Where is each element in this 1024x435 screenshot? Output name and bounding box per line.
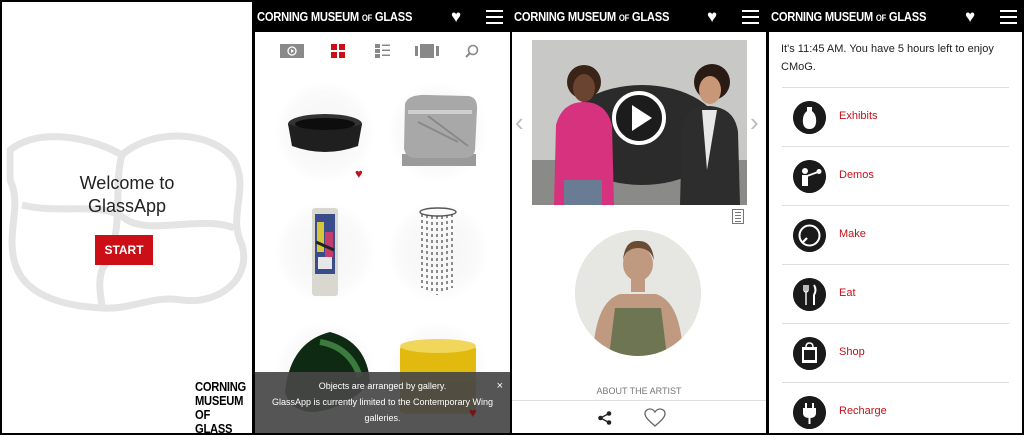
favorites-heart-icon[interactable]: ♥ <box>965 7 975 27</box>
top-bar: CORNING MUSEUM OF GLASS ♥ <box>769 2 1022 32</box>
logo-line-2: MUSEUM <box>195 393 244 408</box>
about-artist-label[interactable]: ABOUT THE ARTIST <box>512 386 766 396</box>
artist-portrait[interactable] <box>575 230 701 356</box>
menu-label-exhibits: Exhibits <box>839 110 878 122</box>
hamburger-menu-icon[interactable] <box>486 10 503 24</box>
brand-glass: GLASS <box>888 9 927 24</box>
gallery-item-painted-cylinder[interactable] <box>275 202 375 302</box>
menu-item-make[interactable]: Make <box>782 205 1009 264</box>
brand-of: OF <box>875 13 887 23</box>
hanging-sculpture-image <box>419 207 457 295</box>
fork-knife-icon <box>793 278 826 311</box>
filmstrip-view-icon[interactable] <box>415 44 439 58</box>
next-arrow-icon[interactable]: › <box>750 107 759 138</box>
brand-text: CORNING MUSEUM <box>257 9 359 24</box>
plate-icon <box>793 219 826 252</box>
gallery-item-silver-cube[interactable] <box>388 82 488 182</box>
favorite-outline-icon[interactable] <box>644 408 666 427</box>
gallery-screen: CORNING MUSEUM OF GLASS ♥ ♥ Objects are … <box>255 2 510 433</box>
plug-icon <box>793 396 826 429</box>
menu-item-recharge[interactable]: Recharge <box>782 382 1009 433</box>
silver-cube-image <box>402 94 478 166</box>
view-switcher <box>255 32 510 72</box>
share-icon[interactable] <box>598 411 612 425</box>
video-thumbnail <box>532 40 747 205</box>
welcome-title: Welcome to GlassApp <box>2 172 252 218</box>
grid-view-icon[interactable] <box>331 44 345 58</box>
favorites-heart-icon[interactable]: ♥ <box>451 7 461 27</box>
list-view-icon[interactable] <box>375 44 390 58</box>
brand-glass: GLASS <box>631 9 670 24</box>
menu-label-shop: Shop <box>839 346 865 358</box>
brand-logo[interactable]: CORNING MUSEUM OF GLASS <box>257 9 412 24</box>
document-icon[interactable] <box>732 209 744 224</box>
brand-of: OF <box>361 13 373 23</box>
favorites-heart-icon[interactable]: ♥ <box>707 7 717 27</box>
hamburger-menu-icon[interactable] <box>1000 10 1017 24</box>
painted-cylinder-image <box>312 208 338 296</box>
brand-glass: GLASS <box>374 9 413 24</box>
time-remaining-text: It's 11:45 AM. You have 5 hours left to … <box>781 43 994 73</box>
menu-label-demos: Demos <box>839 169 874 181</box>
artist-photo <box>575 230 701 356</box>
object-detail-screen: CORNING MUSEUM OF GLASS ♥ ‹ › ABOUT THE … <box>512 2 766 433</box>
video-view-icon[interactable] <box>280 44 304 58</box>
brand-logo[interactable]: CORNING MUSEUM OF GLASS <box>514 9 669 24</box>
menu-item-shop[interactable]: Shop <box>782 323 1009 382</box>
action-bar <box>512 400 766 433</box>
welcome-line-1: Welcome to <box>79 173 175 193</box>
visit-menu-screen: CORNING MUSEUM OF GLASS ♥ It's 11:45 AM.… <box>769 2 1022 433</box>
menu-label-make: Make <box>839 228 866 240</box>
menu-label-eat: Eat <box>839 287 856 299</box>
brand-logo[interactable]: CORNING MUSEUM OF GLASS <box>771 9 926 24</box>
close-icon[interactable]: × <box>497 378 503 394</box>
welcome-line-2: GlassApp <box>87 196 167 216</box>
welcome-screen: Welcome to GlassApp START CORNING MUSEUM… <box>2 2 252 433</box>
menu-item-exhibits[interactable]: Exhibits <box>782 87 1009 146</box>
top-bar: CORNING MUSEUM OF GLASS ♥ <box>255 2 510 32</box>
video-player[interactable] <box>532 40 747 205</box>
menu-item-demos[interactable]: Demos <box>782 146 1009 205</box>
toast-line-1: Objects are arranged by gallery. <box>318 381 447 391</box>
start-button[interactable]: START <box>95 235 153 265</box>
brand-text: CORNING MUSEUM <box>771 9 873 24</box>
favorite-heart-icon-2[interactable]: ♥ <box>469 405 477 420</box>
cmog-logo: CORNING MUSEUM OF GLASS <box>195 379 246 434</box>
hamburger-menu-icon[interactable] <box>742 10 759 24</box>
favorite-heart-icon[interactable]: ♥ <box>355 166 363 181</box>
logo-line-3: OF GLASS <box>195 407 233 434</box>
menu-item-eat[interactable]: Eat <box>782 264 1009 323</box>
gallery-item-hanging-sculpture[interactable] <box>388 202 488 302</box>
logo-line-1: CORNING <box>195 379 246 394</box>
glassblower-icon <box>793 160 826 193</box>
vase-icon <box>793 101 826 134</box>
menu-label-recharge: Recharge <box>839 405 887 417</box>
gallery-info-toast: Objects are arranged by gallery. GlassAp… <box>255 372 510 433</box>
shop-bag-icon <box>793 337 826 370</box>
brand-text: CORNING MUSEUM <box>514 9 616 24</box>
search-icon[interactable] <box>465 44 479 58</box>
prev-arrow-icon[interactable]: ‹ <box>515 107 524 138</box>
top-bar: CORNING MUSEUM OF GLASS ♥ <box>512 2 766 32</box>
brand-of: OF <box>618 13 630 23</box>
